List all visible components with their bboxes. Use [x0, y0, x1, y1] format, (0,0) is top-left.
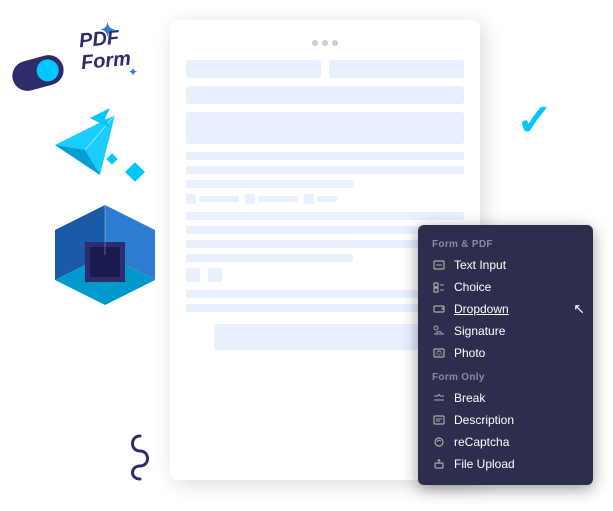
- menu-item-text-input[interactable]: Text Input: [418, 254, 593, 276]
- menu-item-dropdown[interactable]: Dropdown ↖: [418, 298, 593, 320]
- form-line-4: [186, 212, 464, 220]
- menu-item-break[interactable]: Break: [418, 387, 593, 409]
- menu-item-file-upload[interactable]: File Upload: [418, 453, 593, 475]
- cube-decoration: [40, 200, 170, 335]
- starburst-small: ✦: [128, 65, 138, 79]
- browser-dot-1: [312, 40, 318, 46]
- menu-item-recaptcha[interactable]: reCaptcha: [418, 431, 593, 453]
- form-row-1: [186, 60, 464, 78]
- menu-item-recaptcha-label: reCaptcha: [454, 435, 509, 449]
- checkbox-3: [304, 194, 337, 204]
- browser-dot-3: [332, 40, 338, 46]
- recaptcha-icon: [432, 435, 446, 449]
- menu-item-description[interactable]: Description: [418, 409, 593, 431]
- menu-item-choice-label: Choice: [454, 280, 491, 294]
- diamond-decoration-large: [125, 162, 145, 182]
- menu-item-dropdown-label: Dropdown: [454, 302, 509, 316]
- submit-button-area: [214, 324, 436, 350]
- checkbox-row-1: [186, 194, 464, 204]
- signature-icon: [432, 324, 446, 338]
- checkbox-1: [186, 194, 239, 204]
- checkbox-box-1: [186, 194, 196, 204]
- small-box-1: [186, 268, 200, 282]
- menu-item-signature-label: Signature: [454, 324, 505, 338]
- text-input-icon: [432, 258, 446, 272]
- form-line-1: [186, 152, 464, 160]
- cursor-icon: ↖: [573, 301, 585, 318]
- menu-item-file-upload-label: File Upload: [454, 457, 515, 471]
- menu-item-text-input-label: Text Input: [454, 258, 506, 272]
- arrow-decoration: [90, 108, 120, 128]
- form-line-2: [186, 166, 464, 174]
- checkmark-decoration: ✓: [516, 95, 553, 146]
- small-box-2: [208, 268, 222, 282]
- browser-dots: [186, 40, 464, 46]
- checkbox-label-3: [317, 196, 337, 202]
- file-upload-icon: [432, 457, 446, 471]
- menu-item-photo-label: Photo: [454, 346, 485, 360]
- browser-dot-2: [322, 40, 328, 46]
- menu-item-choice[interactable]: Choice: [418, 276, 593, 298]
- form-field-message: [186, 112, 464, 144]
- toggle-switch: [9, 52, 67, 94]
- form-field-email: [329, 60, 464, 78]
- form-field-name: [186, 60, 321, 78]
- menu-section-header-1: Form & PDF: [418, 235, 593, 254]
- description-icon: [432, 413, 446, 427]
- break-icon: [432, 391, 446, 405]
- menu-item-break-label: Break: [454, 391, 485, 405]
- menu-item-photo[interactable]: Photo: [418, 342, 593, 364]
- checkbox-box-3: [304, 194, 314, 204]
- menu-section-header-2: Form Only: [418, 368, 593, 387]
- form-line-3: [186, 180, 353, 188]
- context-menu: Form & PDF Text Input Choice: [418, 225, 593, 485]
- menu-item-signature[interactable]: Signature: [418, 320, 593, 342]
- dropdown-icon: [432, 302, 446, 316]
- checkbox-label-2: [258, 196, 298, 202]
- checkbox-label-1: [199, 196, 239, 202]
- toggle-knob: [34, 57, 61, 84]
- checkbox-box-2: [245, 194, 255, 204]
- starburst-decoration: ✦: [100, 20, 115, 41]
- background: PDF Form ✦ ✦: [0, 0, 613, 511]
- form-field-address: [186, 86, 464, 104]
- squiggle-decoration: [110, 431, 170, 481]
- photo-icon: [432, 346, 446, 360]
- checkbox-2: [245, 194, 298, 204]
- form-line-7: [186, 254, 353, 262]
- menu-item-description-label: Description: [454, 413, 514, 427]
- pdf-label-line2: Form: [80, 48, 132, 74]
- choice-icon: [432, 280, 446, 294]
